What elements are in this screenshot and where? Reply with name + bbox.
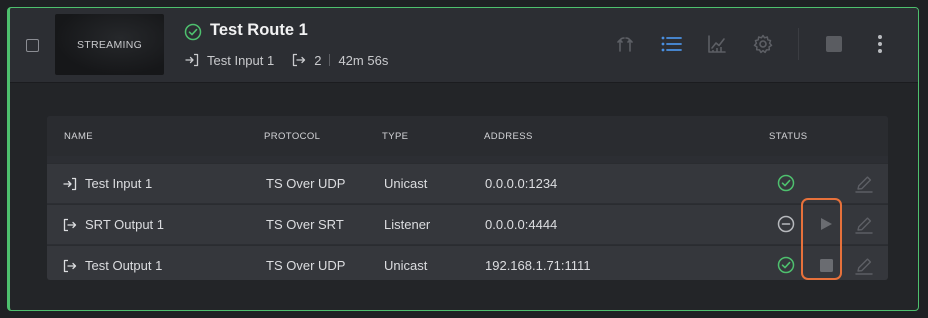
table-header: NAME PROTOCOL TYPE ADDRESS STATUS	[47, 116, 888, 156]
row-name: Test Input 1	[85, 176, 153, 191]
meta-divider	[329, 54, 331, 66]
settings-button[interactable]	[750, 31, 776, 57]
stop-route-button[interactable]	[821, 31, 847, 57]
route-select-checkbox[interactable]	[26, 39, 39, 52]
list-view-button[interactable]	[658, 31, 684, 57]
start-output-button[interactable]	[816, 214, 836, 234]
input-icon	[63, 177, 77, 190]
row-name-cell: SRT Output 1	[63, 217, 164, 232]
route-uptime: 42m 56s	[338, 52, 389, 68]
stop-icon	[819, 258, 833, 272]
route-input-name: Test Input 1	[207, 52, 275, 68]
toolbar-divider	[798, 28, 799, 60]
row-name-cell: Test Input 1	[63, 176, 152, 191]
route-toolbar	[592, 28, 893, 60]
list-icon	[661, 36, 682, 52]
row-address: 192.168.1.71:1111	[485, 258, 591, 273]
chart-icon	[708, 35, 726, 53]
play-icon	[821, 218, 832, 230]
output-icon	[293, 53, 306, 67]
table-row[interactable]: Test Input 1 TS Over UDP Unicast 0.0.0.0…	[47, 163, 888, 203]
table-row[interactable]: Test Output 1 TS Over UDP Unicast 192.16…	[47, 245, 888, 280]
column-header-name: NAME	[64, 131, 94, 142]
row-name: SRT Output 1	[85, 217, 165, 232]
route-card: STREAMING Test Route 1 Test Input 1 2 42…	[7, 7, 919, 311]
thumbnail-label: STREAMING	[76, 38, 143, 51]
row-type: Unicast	[384, 176, 428, 191]
stop-icon	[826, 36, 842, 52]
table-row[interactable]: SRT Output 1 TS Over SRT Listener 0.0.0.…	[47, 204, 888, 244]
route-output-count: 2	[314, 52, 322, 68]
output-icon	[63, 259, 77, 272]
column-header-type: TYPE	[382, 131, 409, 142]
row-protocol: TS Over SRT	[266, 217, 344, 232]
row-type: Unicast	[384, 258, 428, 273]
gear-icon	[753, 34, 773, 54]
column-header-protocol: PROTOCOL	[264, 131, 321, 142]
status-ok-icon	[777, 174, 795, 192]
status-ok-icon	[184, 23, 202, 41]
row-name: Test Output 1	[85, 258, 163, 273]
row-protocol: TS Over UDP	[266, 258, 346, 273]
statistics-button[interactable]	[704, 31, 730, 57]
column-header-address: ADDRESS	[484, 131, 533, 142]
stream-thumbnail[interactable]: STREAMING	[55, 14, 164, 75]
route-title: Test Route 1	[210, 21, 308, 39]
row-type: Listener	[384, 217, 431, 232]
row-name-cell: Test Output 1	[63, 258, 162, 273]
edit-pencil-icon[interactable]	[854, 174, 874, 194]
edit-pencil-icon[interactable]	[854, 215, 874, 235]
output-icon	[63, 218, 77, 231]
routing-icon	[617, 37, 633, 52]
route-meta: Test Input 1 2 42m 56s	[185, 52, 388, 68]
routing-button[interactable]	[612, 31, 638, 57]
status-stopped-icon	[777, 215, 795, 233]
status-ok-icon	[777, 256, 795, 274]
row-protocol: TS Over UDP	[266, 176, 346, 191]
row-address: 0.0.0.0:4444	[485, 217, 558, 232]
route-header: STREAMING Test Route 1 Test Input 1 2 42…	[10, 8, 918, 83]
more-options-button[interactable]	[867, 31, 893, 57]
io-table: NAME PROTOCOL TYPE ADDRESS STATUS Test I…	[47, 116, 888, 280]
input-icon	[185, 53, 199, 67]
column-header-status: STATUS	[769, 131, 808, 142]
stop-output-button[interactable]	[816, 255, 836, 275]
edit-pencil-icon[interactable]	[854, 256, 874, 276]
more-vertical-icon	[878, 35, 882, 53]
row-address: 0.0.0.0:1234	[485, 176, 558, 191]
